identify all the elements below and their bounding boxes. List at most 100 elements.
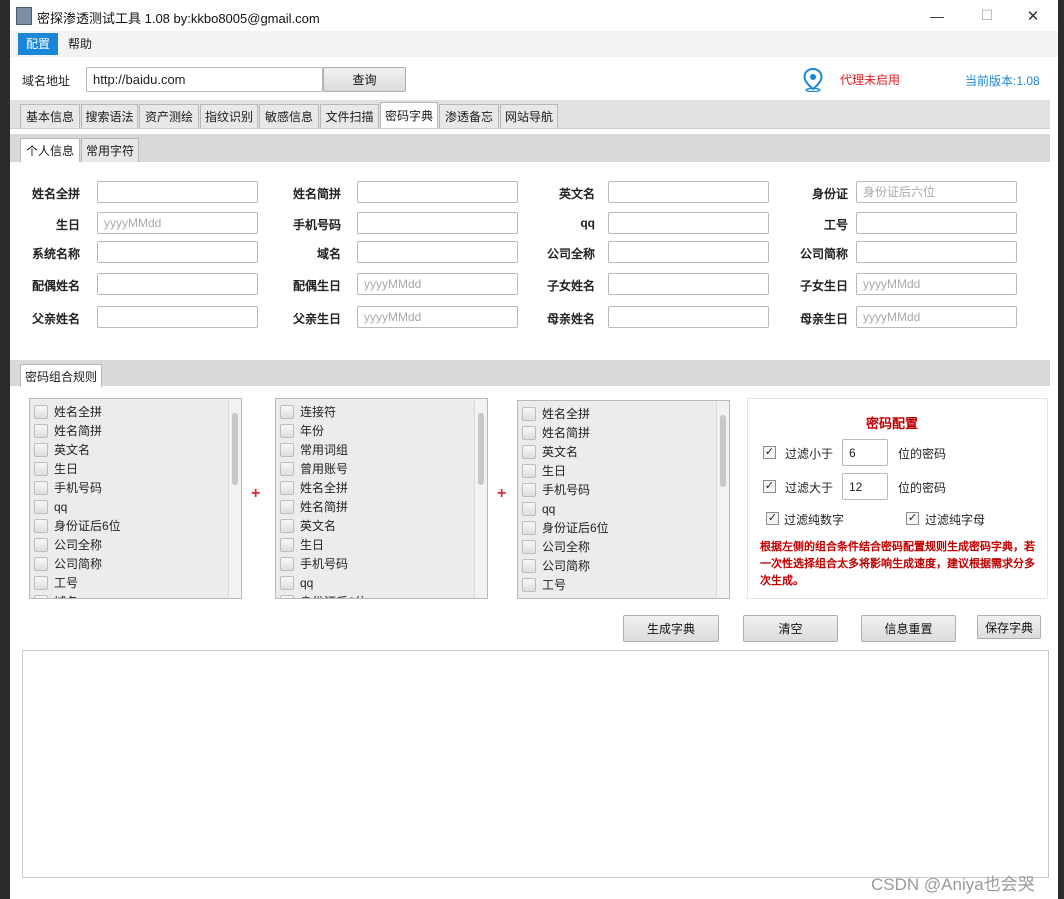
query-button[interactable]: 查询 [323, 67, 406, 92]
domain-input[interactable] [86, 67, 323, 92]
form-input[interactable] [856, 212, 1017, 234]
combo-list-1-scrollbar[interactable] [228, 399, 241, 598]
list-item-checkbox[interactable] [522, 501, 536, 516]
filter-less-checkbox[interactable]: ✓ [763, 446, 776, 459]
list-item-checkbox[interactable] [522, 463, 536, 478]
filter-letters-checkbox[interactable]: ✓ [906, 512, 919, 525]
list-item[interactable]: 英文名 [280, 516, 336, 535]
list-item-checkbox[interactable] [34, 575, 48, 590]
combo-list-3[interactable]: 工号 公司简称 公司全称 身份证后6位 qq 手机号码 生日 英文名 姓名简拼 姓名全拼 [517, 400, 730, 599]
form-input[interactable] [856, 241, 1017, 263]
list-item[interactable]: 姓名简拼 [280, 497, 348, 516]
tab-password-dict[interactable]: 密码字典 [380, 102, 438, 128]
minimize-icon[interactable]: — [914, 0, 960, 31]
list-item[interactable]: 姓名全拼 [34, 402, 102, 421]
list-item-checkbox[interactable] [280, 594, 294, 598]
list-item[interactable]: 连接符 [280, 402, 336, 421]
list-item-checkbox[interactable] [280, 556, 294, 571]
list-item-checkbox[interactable] [522, 520, 536, 535]
tab-basic-info[interactable]: 基本信息 [20, 104, 80, 128]
clear-button[interactable]: 清空 [743, 615, 838, 642]
form-input[interactable] [97, 241, 258, 263]
tab-asset-mapping[interactable]: 资产测绘 [139, 104, 199, 128]
form-input[interactable] [856, 273, 1017, 295]
list-item-checkbox[interactable] [34, 594, 48, 598]
menu-help[interactable]: 帮助 [60, 33, 100, 55]
min-length-input[interactable] [842, 439, 888, 466]
max-length-input[interactable] [842, 473, 888, 500]
list-item-checkbox[interactable] [280, 518, 294, 533]
list-item-checkbox[interactable] [280, 404, 294, 419]
list-item[interactable]: 手机号码 [280, 554, 348, 573]
form-input[interactable] [357, 273, 518, 295]
list-item[interactable]: 生日 [34, 459, 78, 478]
form-input[interactable] [608, 306, 769, 328]
list-item[interactable]: 手机号码 [34, 478, 102, 497]
list-item[interactable]: 姓名全拼 [522, 404, 590, 423]
subtab-personal-info[interactable]: 个人信息 [20, 138, 80, 162]
form-input[interactable] [97, 181, 258, 203]
list-item[interactable]: 生日 [280, 535, 324, 554]
list-item[interactable]: 曾用账号 [280, 459, 348, 478]
maximize-icon[interactable]: ☐ [964, 0, 1010, 31]
list-item-checkbox[interactable] [280, 461, 294, 476]
list-item[interactable]: 公司简称 [34, 554, 102, 573]
list-item[interactable]: 姓名简拼 [34, 421, 102, 440]
tab-combination-rules[interactable]: 密码组合规则 [20, 364, 102, 387]
list-item-checkbox[interactable] [34, 518, 48, 533]
output-textarea[interactable] [22, 650, 1049, 878]
list-item[interactable]: 公司简称 [522, 556, 590, 575]
tab-sensitive-info[interactable]: 敏感信息 [259, 104, 319, 128]
list-item-checkbox[interactable] [522, 425, 536, 440]
form-input[interactable] [856, 181, 1017, 203]
save-dict-button[interactable]: 保存字典 [977, 615, 1041, 639]
form-input[interactable] [357, 181, 518, 203]
list-item[interactable]: qq [522, 499, 555, 518]
list-item[interactable]: 常用词组 [280, 440, 348, 459]
subtab-common-chars[interactable]: 常用字符 [81, 138, 139, 162]
list-item-checkbox[interactable] [522, 577, 536, 592]
list-item-checkbox[interactable] [34, 404, 48, 419]
filter-more-checkbox[interactable]: ✓ [763, 480, 776, 493]
list-item-checkbox[interactable] [280, 423, 294, 438]
list-item-checkbox[interactable] [280, 499, 294, 514]
list-item[interactable]: 姓名全拼 [280, 478, 348, 497]
menu-config[interactable]: 配置 [18, 33, 59, 55]
combo-list-1[interactable]: 域名 工号 公司简称 公司全称 身份证后6位 qq 手机号码 生日 英文名 姓名简拼 姓名全拼 [29, 398, 242, 599]
tab-fingerprint[interactable]: 指纹识别 [200, 104, 258, 128]
list-item[interactable]: 年份 [280, 421, 324, 440]
form-input[interactable] [97, 306, 258, 328]
list-item[interactable]: 工号 [522, 575, 566, 594]
list-item[interactable]: 手机号码 [522, 480, 590, 499]
combo-list-2-scrollbar[interactable] [474, 399, 487, 598]
reset-info-button[interactable]: 信息重置 [861, 615, 956, 642]
list-item-checkbox[interactable] [34, 480, 48, 495]
form-input[interactable] [608, 241, 769, 263]
list-item[interactable]: 姓名简拼 [522, 423, 590, 442]
list-item[interactable]: qq [34, 497, 67, 516]
list-item-checkbox[interactable] [34, 461, 48, 476]
form-input[interactable] [357, 241, 518, 263]
list-item-checkbox[interactable] [522, 539, 536, 554]
list-item-checkbox[interactable] [280, 442, 294, 457]
list-item[interactable]: 身份证后6位 [522, 518, 609, 537]
list-item-checkbox[interactable] [34, 442, 48, 457]
form-input[interactable] [608, 212, 769, 234]
list-item[interactable]: 英文名 [522, 442, 578, 461]
list-item[interactable]: 身份证后6位 [34, 516, 121, 535]
combo-list-2[interactable]: 身份证后6位 qq 手机号码 生日 英文名 姓名简拼 姓名全拼 曾用账号 常用词组 年份 连接符 [275, 398, 488, 599]
list-item-checkbox[interactable] [522, 482, 536, 497]
list-item-checkbox[interactable] [280, 575, 294, 590]
list-item-checkbox[interactable] [522, 406, 536, 421]
form-input[interactable] [357, 212, 518, 234]
form-input[interactable] [608, 273, 769, 295]
list-item[interactable]: 生日 [522, 461, 566, 480]
list-item-checkbox[interactable] [522, 558, 536, 573]
form-input[interactable] [856, 306, 1017, 328]
form-input[interactable] [608, 181, 769, 203]
list-item[interactable]: 英文名 [34, 440, 90, 459]
list-item[interactable]: 身份证后6位 [280, 592, 367, 598]
form-input[interactable] [357, 306, 518, 328]
list-item-checkbox[interactable] [280, 537, 294, 552]
tab-pentest-memo[interactable]: 渗透备忘 [439, 104, 499, 128]
